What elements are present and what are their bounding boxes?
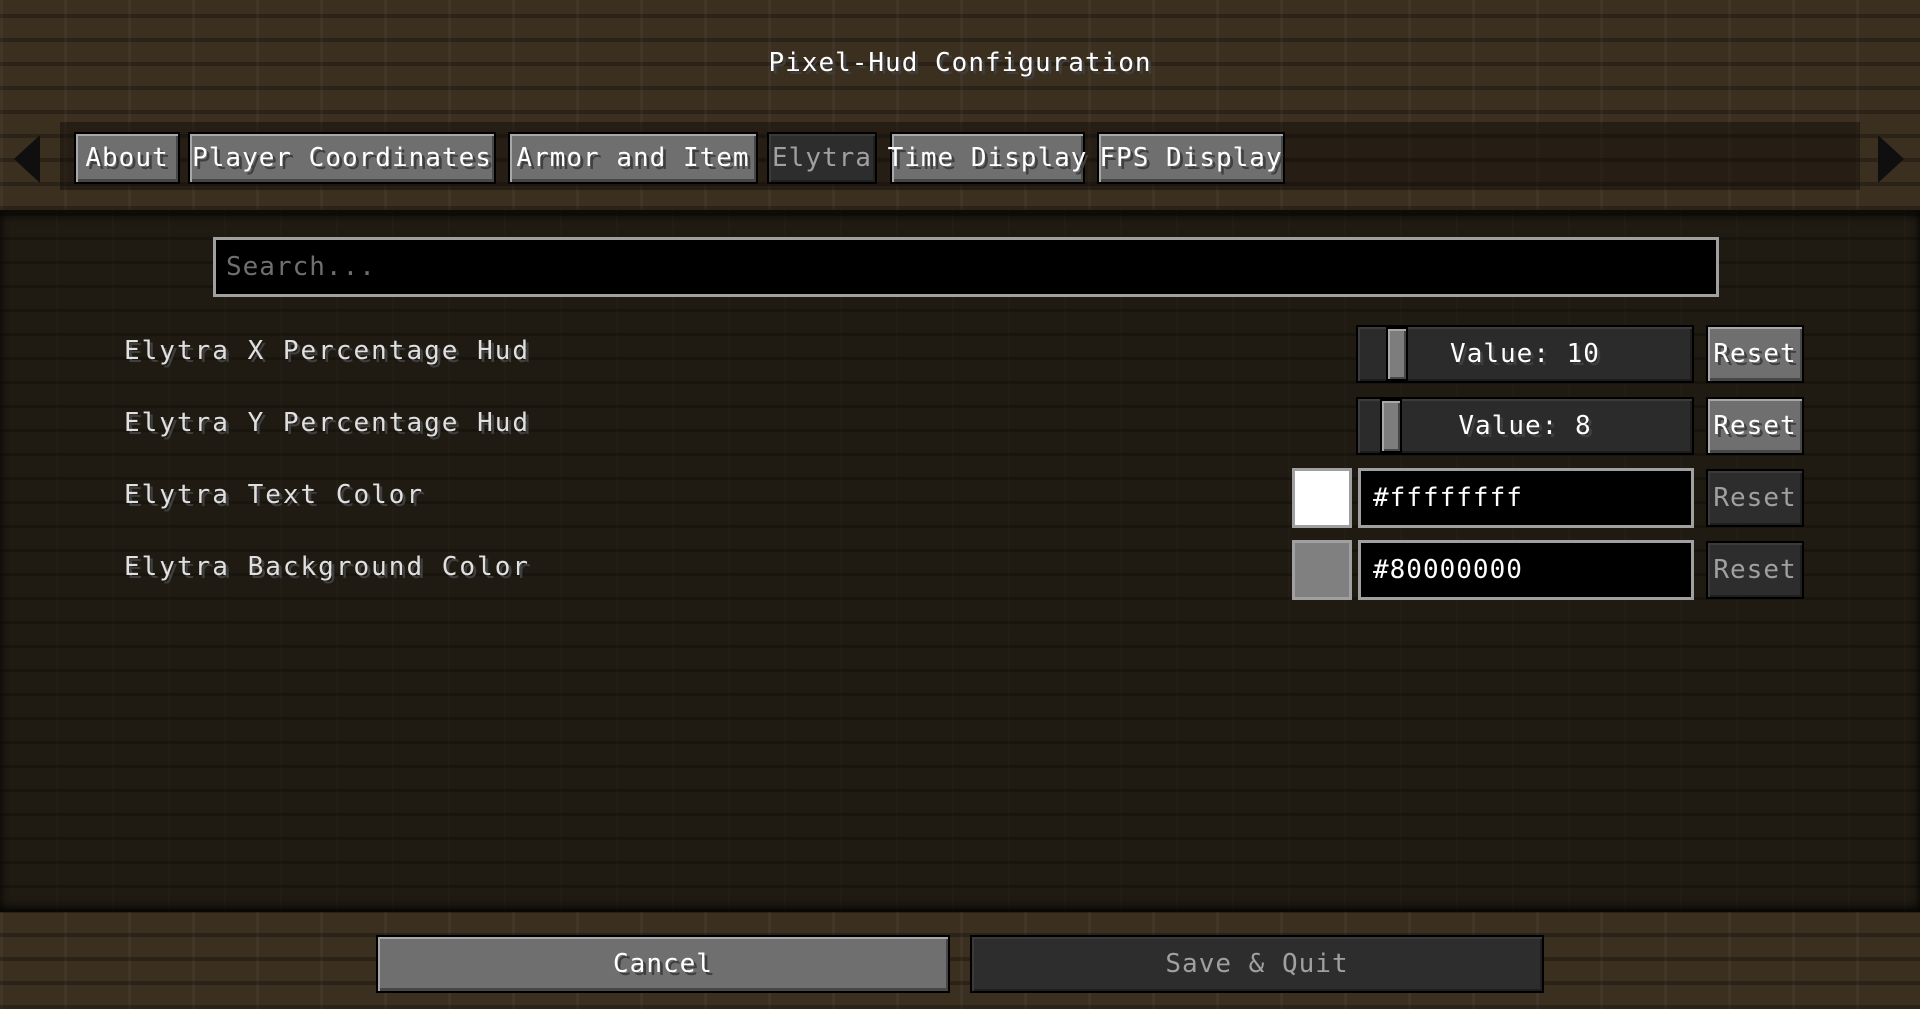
option-label-elytra-x: Elytra X Percentage Hud — [124, 336, 531, 366]
tab-elytra[interactable]: Elytra — [767, 132, 877, 184]
reset-button-elytra-x[interactable]: Reset — [1706, 325, 1804, 383]
arrow-right-icon[interactable] — [1878, 135, 1904, 183]
option-label-text-color: Elytra Text Color — [124, 480, 425, 510]
tab-armor-and-item[interactable]: Armor and Item — [508, 132, 758, 184]
tab-time-display[interactable]: Time Display — [888, 132, 1086, 184]
slider-value-text: Value: 10 — [1450, 339, 1600, 369]
reset-button-text-color[interactable]: Reset — [1706, 469, 1804, 527]
footer-background — [0, 912, 1920, 1009]
save-quit-button[interactable]: Save & Quit — [970, 935, 1544, 993]
slider-value-text: Value: 8 — [1458, 411, 1592, 441]
screen-title: Pixel-Hud Configuration — [768, 48, 1152, 78]
search-input[interactable]: Search... — [213, 237, 1719, 297]
color-swatch-text[interactable] — [1292, 468, 1352, 528]
color-swatch-background[interactable] — [1292, 540, 1352, 600]
background-color-field[interactable]: #80000000 — [1358, 540, 1694, 600]
tab-player-coordinates[interactable]: Player Coordinates — [188, 132, 496, 184]
text-color-field[interactable]: #ffffffff — [1358, 468, 1694, 528]
cancel-button[interactable]: Cancel — [376, 935, 950, 993]
tab-fps-display[interactable]: FPS Display — [1097, 132, 1285, 184]
reset-button-background-color[interactable]: Reset — [1706, 541, 1804, 599]
elytra-y-slider[interactable]: Value: 8 — [1356, 397, 1694, 455]
tab-about[interactable]: About — [74, 132, 180, 184]
option-label-elytra-y: Elytra Y Percentage Hud — [124, 408, 531, 438]
arrow-left-icon[interactable] — [14, 135, 40, 183]
elytra-x-slider[interactable]: Value: 10 — [1356, 325, 1694, 383]
reset-button-elytra-y[interactable]: Reset — [1706, 397, 1804, 455]
option-label-background-color: Elytra Background Color — [124, 552, 531, 582]
